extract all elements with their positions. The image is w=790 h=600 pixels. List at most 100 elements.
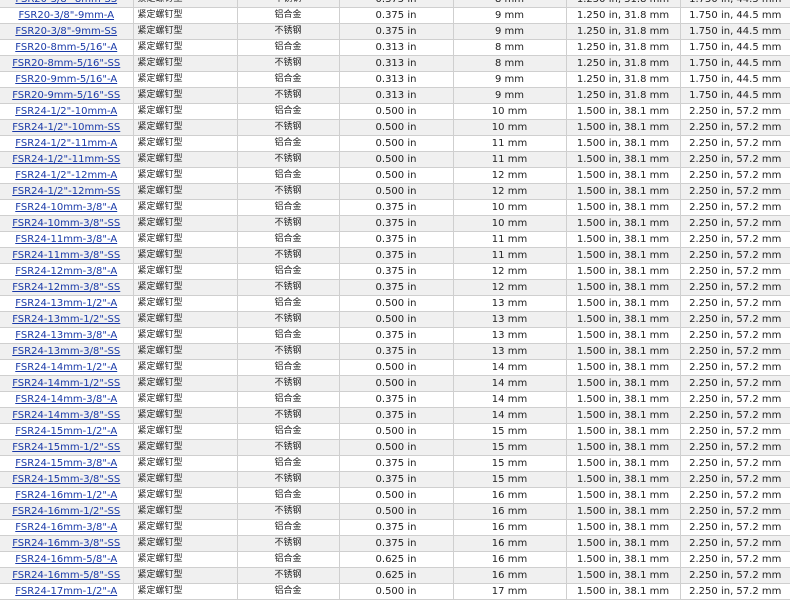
part-number-link[interactable]: FSR24-16mm-3/8"-A (15, 522, 117, 533)
type-cell: 紧定螺钉型 (133, 71, 238, 88)
material-cell: 不锈钢 (237, 471, 340, 488)
table-row: FSR24-13mm-3/8"-A 紧定螺钉型 铝合金 0.375 in 13 mm 1.… (0, 327, 790, 344)
part-number-cell: FSR24-10mm-3/8"-A (0, 199, 134, 216)
part-number-link[interactable]: FSR24-10mm-3/8"-A (15, 202, 117, 213)
type-cell: 紧定螺钉型 (133, 247, 238, 264)
part-number-link[interactable]: FSR24-15mm-1/2"-SS (12, 442, 120, 453)
outer-diameter-cell: 1.500 in, 38.1 mm (566, 471, 681, 488)
bore-in-cell: 0.313 in (339, 71, 454, 88)
bore-mm-cell: 16 mm (453, 551, 567, 568)
part-number-link[interactable]: FSR24-1/2"-10mm-A (15, 106, 117, 117)
bore-in-cell: 0.500 in (339, 487, 454, 504)
part-number-link[interactable]: FSR24-16mm-5/8"-A (15, 554, 117, 565)
part-number-link[interactable]: FSR24-16mm-5/8"-SS (12, 570, 120, 581)
part-number-link[interactable]: FSR24-12mm-3/8"-A (15, 266, 117, 277)
bore-mm-cell: 11 mm (453, 231, 567, 248)
table-row: FSR20-3/8"-9mm-A 紧定螺钉型 铝合金 0.375 in 9 mm 1.25… (0, 7, 790, 24)
part-number-link[interactable]: FSR20-9mm-5/16"-A (15, 74, 117, 85)
part-number-link[interactable]: FSR24-13mm-1/2"-A (15, 298, 117, 309)
part-number-link[interactable]: FSR24-16mm-1/2"-A (15, 490, 117, 501)
material-cell: 铝合金 (237, 519, 340, 536)
bore-mm-cell: 17 mm (453, 583, 567, 600)
part-number-link[interactable]: FSR24-16mm-1/2"-SS (12, 506, 120, 517)
material-cell: 铝合金 (237, 135, 340, 152)
bore-in-cell: 0.375 in (339, 0, 454, 8)
bore-in-cell: 0.375 in (339, 7, 454, 24)
part-number-link[interactable]: FSR24-1/2"-12mm-SS (12, 186, 120, 197)
material-cell: 铝合金 (237, 103, 340, 120)
table-row: FSR24-17mm-1/2"-A 紧定螺钉型 铝合金 0.500 in 17 mm 1.… (0, 583, 790, 600)
bore-mm-cell: 10 mm (453, 119, 567, 136)
part-number-link[interactable]: FSR20-3/8"-8mm-SS (15, 0, 117, 5)
bore-in-cell: 0.313 in (339, 55, 454, 72)
bore-in-cell: 0.625 in (339, 567, 454, 584)
part-number-link[interactable]: FSR24-15mm-3/8"-SS (12, 474, 120, 485)
bore-in-cell: 0.500 in (339, 423, 454, 440)
length-cell: 2.250 in, 57.2 mm (680, 183, 790, 200)
part-number-link[interactable]: FSR24-1/2"-11mm-A (15, 138, 117, 149)
table-row: FSR24-16mm-5/8"-SS 紧定螺钉型 不锈钢 0.625 in 16 mm 1… (0, 567, 790, 584)
table-row: FSR24-12mm-3/8"-SS 紧定螺钉型 不锈钢 0.375 in 12 mm 1… (0, 279, 790, 296)
part-number-link[interactable]: FSR24-16mm-3/8"-SS (12, 538, 120, 549)
type-cell: 紧定螺钉型 (133, 519, 238, 536)
part-number-cell: FSR24-13mm-3/8"-SS (0, 343, 134, 360)
part-number-link[interactable]: FSR24-1/2"-10mm-SS (12, 122, 120, 133)
type-cell: 紧定螺钉型 (133, 567, 238, 584)
part-number-link[interactable]: FSR24-15mm-1/2"-A (15, 426, 117, 437)
part-number-link[interactable]: FSR24-14mm-1/2"-SS (12, 378, 120, 389)
type-cell: 紧定螺钉型 (133, 151, 238, 168)
length-cell: 2.250 in, 57.2 mm (680, 167, 790, 184)
type-cell: 紧定螺钉型 (133, 503, 238, 520)
part-number-link[interactable]: FSR24-15mm-3/8"-A (15, 458, 117, 469)
part-number-link[interactable]: FSR24-13mm-3/8"-SS (12, 346, 120, 357)
table-row: FSR24-16mm-1/2"-A 紧定螺钉型 铝合金 0.500 in 16 mm 1.… (0, 487, 790, 504)
material-cell: 不锈钢 (237, 151, 340, 168)
material-cell: 不锈钢 (237, 407, 340, 424)
bore-mm-cell: 11 mm (453, 247, 567, 264)
part-number-link[interactable]: FSR24-1/2"-11mm-SS (12, 154, 120, 165)
outer-diameter-cell: 1.250 in, 31.8 mm (566, 87, 681, 104)
part-number-link[interactable]: FSR24-13mm-3/8"-A (15, 330, 117, 341)
length-cell: 2.250 in, 57.2 mm (680, 359, 790, 376)
part-number-link[interactable]: FSR24-14mm-3/8"-A (15, 394, 117, 405)
outer-diameter-cell: 1.500 in, 38.1 mm (566, 263, 681, 280)
type-cell: 紧定螺钉型 (133, 119, 238, 136)
part-number-link[interactable]: FSR20-9mm-5/16"-SS (12, 90, 120, 101)
part-number-link[interactable]: FSR20-8mm-5/16"-SS (12, 58, 120, 69)
table-row: FSR24-10mm-3/8"-SS 紧定螺钉型 不锈钢 0.375 in 10 mm 1… (0, 215, 790, 232)
part-number-cell: FSR20-9mm-5/16"-SS (0, 87, 134, 104)
bore-in-cell: 0.375 in (339, 407, 454, 424)
part-number-link[interactable]: FSR24-14mm-3/8"-SS (12, 410, 120, 421)
part-number-link[interactable]: FSR24-17mm-1/2"-A (15, 586, 117, 597)
part-number-link[interactable]: FSR24-12mm-3/8"-SS (12, 282, 120, 293)
outer-diameter-cell: 1.500 in, 38.1 mm (566, 327, 681, 344)
bore-mm-cell: 8 mm (453, 39, 567, 56)
bore-mm-cell: 15 mm (453, 455, 567, 472)
length-cell: 2.250 in, 57.2 mm (680, 103, 790, 120)
outer-diameter-cell: 1.500 in, 38.1 mm (566, 247, 681, 264)
material-cell: 铝合金 (237, 327, 340, 344)
bore-mm-cell: 9 mm (453, 87, 567, 104)
bore-mm-cell: 13 mm (453, 343, 567, 360)
part-number-link[interactable]: FSR24-1/2"-12mm-A (15, 170, 117, 181)
bore-in-cell: 0.375 in (339, 279, 454, 296)
part-number-link[interactable]: FSR24-13mm-1/2"-SS (12, 314, 120, 325)
bore-mm-cell: 16 mm (453, 535, 567, 552)
part-number-link[interactable]: FSR20-8mm-5/16"-A (15, 42, 117, 53)
part-number-link[interactable]: FSR24-10mm-3/8"-SS (12, 218, 120, 229)
bore-mm-cell: 14 mm (453, 375, 567, 392)
bore-in-cell: 0.375 in (339, 455, 454, 472)
bore-in-cell: 0.500 in (339, 103, 454, 120)
part-number-cell: FSR24-1/2"-11mm-A (0, 135, 134, 152)
part-number-link[interactable]: FSR24-11mm-3/8"-SS (12, 250, 120, 261)
part-number-link[interactable]: FSR20-3/8"-9mm-A (18, 10, 114, 21)
part-number-link[interactable]: FSR24-11mm-3/8"-A (15, 234, 117, 245)
part-number-link[interactable]: FSR24-14mm-1/2"-A (15, 362, 117, 373)
bore-in-cell: 0.375 in (339, 535, 454, 552)
length-cell: 1.750 in, 44.5 mm (680, 23, 790, 40)
outer-diameter-cell: 1.500 in, 38.1 mm (566, 487, 681, 504)
outer-diameter-cell: 1.500 in, 38.1 mm (566, 103, 681, 120)
table-row: FSR24-1/2"-10mm-A 紧定螺钉型 铝合金 0.500 in 10 mm 1.… (0, 103, 790, 120)
part-number-link[interactable]: FSR20-3/8"-9mm-SS (15, 26, 117, 37)
part-number-cell: FSR24-16mm-5/8"-A (0, 551, 134, 568)
